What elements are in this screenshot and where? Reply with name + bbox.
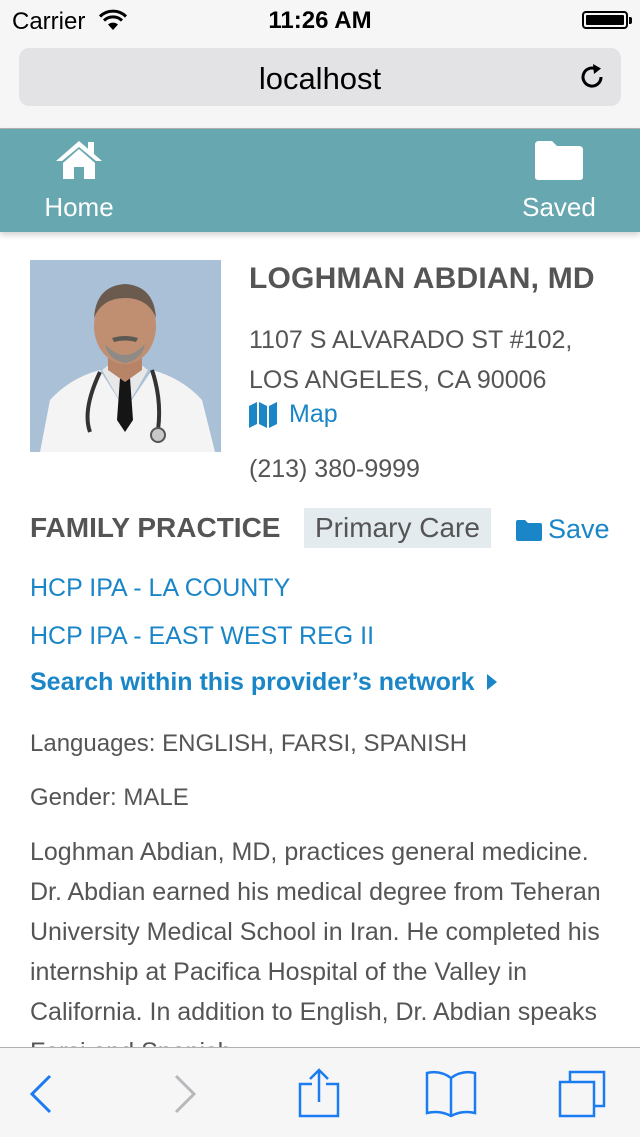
network-search-link[interactable]: Search within this provider’s network — [30, 668, 498, 697]
folder-icon — [535, 141, 583, 180]
map-icon — [249, 401, 277, 428]
map-link[interactable]: Map — [249, 400, 338, 429]
map-label: Map — [289, 400, 338, 428]
share-icon[interactable] — [292, 1068, 346, 1120]
provider-bio: Loghman Abdian, MD, practices general me… — [30, 838, 601, 1047]
network-link[interactable]: HCP IPA - LA COUNTY — [30, 574, 290, 603]
provider-phone[interactable]: (213) 380-9999 — [249, 455, 420, 484]
provider-photo — [30, 260, 221, 452]
caret-right-icon — [486, 674, 497, 690]
forward-icon[interactable] — [156, 1068, 210, 1120]
provider-name: LOGHMAN ABDIAN, MD — [249, 262, 595, 295]
network-link[interactable]: HCP IPA - EAST WEST REG II — [30, 622, 374, 651]
saved-button[interactable]: Saved — [504, 139, 614, 223]
status-bar: Carrier 11:26 AM — [0, 0, 640, 40]
gender-text: Gender: MALE — [30, 784, 189, 811]
provider-detail: LOGHMAN ABDIAN, MD 1107 S ALVARADO ST #1… — [0, 232, 640, 1047]
reload-icon[interactable] — [577, 62, 607, 92]
battery-icon — [582, 11, 632, 29]
save-button[interactable]: Save — [516, 514, 610, 545]
address-line-2: LOS ANGELES, CA 90006 — [249, 366, 547, 394]
specialty-label: FAMILY PRACTICE — [30, 512, 281, 543]
app-navbar: Home Saved — [0, 129, 640, 232]
network-search-label: Search within this provider’s network — [30, 668, 475, 696]
care-type-badge: Primary Care — [304, 508, 491, 548]
url-text: localhost — [258, 61, 382, 96]
clock: 11:26 AM — [268, 7, 372, 34]
address-bar[interactable]: localhost — [19, 48, 621, 106]
home-icon — [56, 141, 102, 179]
saved-label: Saved — [522, 192, 596, 222]
languages-text: Languages: ENGLISH, FARSI, SPANISH — [30, 730, 468, 757]
browser-chrome: localhost — [0, 40, 640, 129]
tabs-icon[interactable] — [556, 1068, 610, 1120]
address-line-1: 1107 S ALVARADO ST #102, — [249, 326, 573, 354]
bookmarks-icon[interactable] — [424, 1068, 478, 1120]
folder-icon — [516, 519, 542, 541]
browser-toolbar — [0, 1047, 640, 1137]
save-label: Save — [548, 514, 610, 544]
home-button[interactable]: Home — [24, 139, 134, 223]
back-icon[interactable] — [16, 1068, 70, 1120]
home-label: Home — [44, 192, 114, 222]
provider-address: 1107 S ALVARADO ST #102, LOS ANGELES, CA… — [249, 320, 572, 400]
